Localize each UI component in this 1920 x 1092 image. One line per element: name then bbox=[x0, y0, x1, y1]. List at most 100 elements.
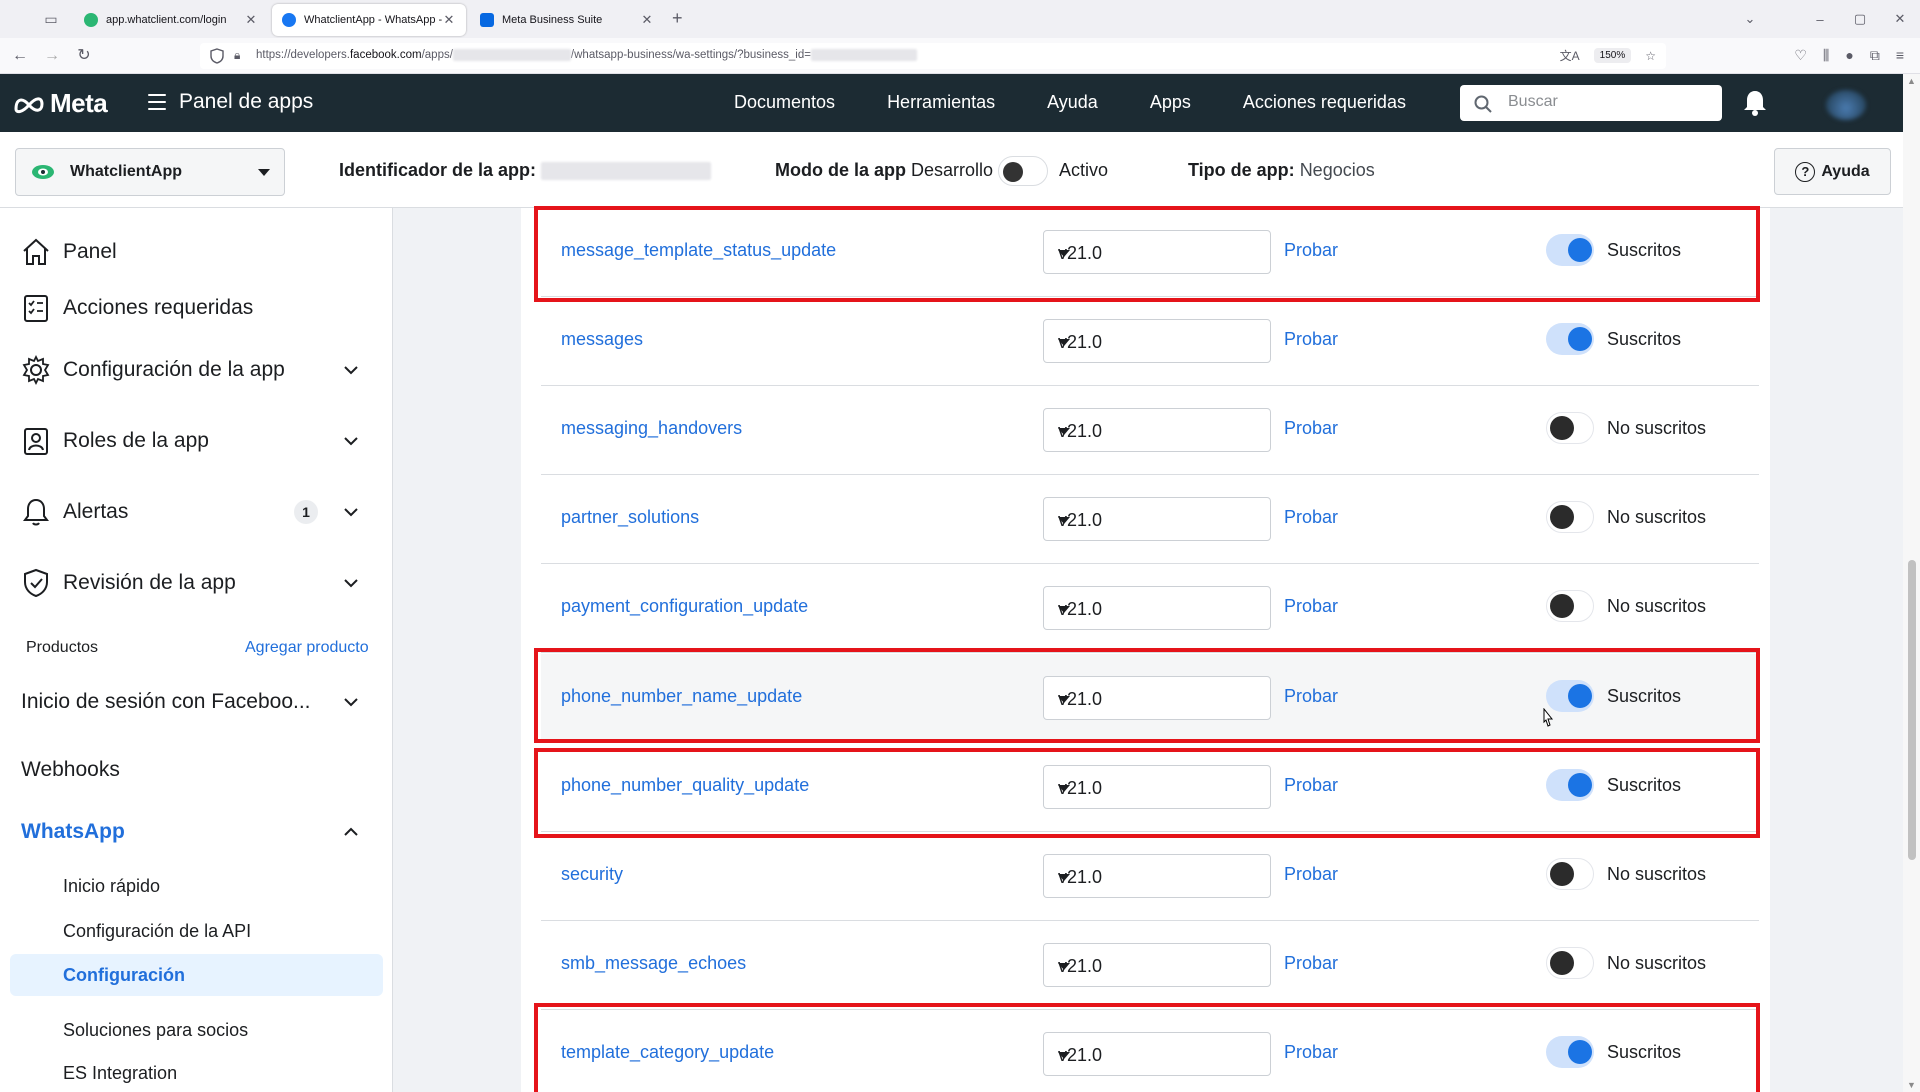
sidebar-sub-configuracion[interactable]: Configuración bbox=[10, 954, 383, 996]
test-button[interactable]: Probar bbox=[1284, 507, 1338, 528]
test-button[interactable]: Probar bbox=[1284, 864, 1338, 885]
app-mode-toggle[interactable] bbox=[998, 156, 1048, 186]
test-button[interactable]: Probar bbox=[1284, 329, 1338, 350]
meta-logo[interactable]: Meta bbox=[12, 88, 108, 119]
notifications-bell-icon[interactable] bbox=[1742, 89, 1768, 117]
scrollbar-thumb[interactable] bbox=[1908, 560, 1916, 860]
api-version-select[interactable]: v21.0 bbox=[1043, 853, 1271, 898]
api-version-select[interactable]: v21.0 bbox=[1043, 230, 1271, 274]
nav-herramientas[interactable]: Herramientas bbox=[887, 92, 995, 113]
subscribe-toggle[interactable] bbox=[1546, 234, 1594, 266]
url-bar[interactable]: 🔒︎ https://developers.facebook.com/apps/… bbox=[200, 43, 1666, 69]
scroll-up-icon[interactable]: ▲ bbox=[1907, 76, 1916, 86]
extension-icon[interactable]: ● bbox=[1845, 47, 1853, 64]
sidebar-sub-configuracion-api[interactable]: Configuración de la API bbox=[63, 921, 251, 942]
subscribe-toggle[interactable] bbox=[1546, 946, 1594, 979]
sidebar-item-panel[interactable]: Panel bbox=[20, 236, 358, 268]
webhook-field-name[interactable]: messaging_handovers bbox=[561, 418, 742, 439]
api-version-select[interactable]: v21.0 bbox=[1043, 764, 1271, 809]
close-tab-icon[interactable]: ✕ bbox=[442, 12, 456, 28]
sidebar-item-roles[interactable]: Roles de la app bbox=[20, 425, 358, 457]
sidebar-sub-es-integration[interactable]: ES Integration bbox=[63, 1063, 177, 1084]
webhook-field-name[interactable]: template_category_update bbox=[561, 1042, 774, 1063]
close-tab-icon[interactable]: ✕ bbox=[244, 12, 258, 28]
api-version-select[interactable]: v21.0 bbox=[1043, 497, 1271, 542]
api-version-select[interactable]: v21.0 bbox=[1043, 408, 1271, 453]
translate-icon[interactable]: 文A bbox=[1560, 47, 1580, 64]
nav-ayuda[interactable]: Ayuda bbox=[1047, 92, 1098, 113]
api-version-select[interactable]: v21.0 bbox=[1043, 942, 1271, 987]
webhook-field-name[interactable]: payment_configuration_update bbox=[561, 596, 808, 617]
webhook-field-name[interactable]: smb_message_echoes bbox=[561, 953, 746, 974]
sidebar-item-facebook-login[interactable]: Inicio de sesión con Faceboo... bbox=[21, 690, 358, 714]
menu-icon[interactable]: ≡ bbox=[1896, 47, 1904, 64]
hamburger-menu-icon[interactable] bbox=[148, 94, 166, 110]
subscribe-toggle[interactable] bbox=[1546, 857, 1594, 890]
subscribe-toggle[interactable] bbox=[1546, 412, 1594, 445]
sidebar-item-whatsapp[interactable]: WhatsApp bbox=[21, 820, 358, 844]
forward-icon[interactable]: → bbox=[42, 46, 62, 66]
test-button[interactable]: Probar bbox=[1284, 953, 1338, 974]
maximize-icon[interactable]: ▢ bbox=[1840, 11, 1880, 27]
subscribe-toggle[interactable] bbox=[1546, 768, 1594, 801]
back-icon[interactable]: ← bbox=[10, 46, 30, 66]
reload-icon[interactable]: ↻ bbox=[74, 46, 94, 66]
panel-title[interactable]: Panel de apps bbox=[179, 90, 313, 114]
subscribe-toggle[interactable] bbox=[1546, 501, 1594, 534]
test-button[interactable]: Probar bbox=[1284, 1042, 1338, 1063]
webhook-field-name[interactable]: partner_solutions bbox=[561, 507, 699, 528]
api-version-select[interactable]: v21.0 bbox=[1043, 1031, 1271, 1076]
url-text[interactable]: https://developers.facebook.com/apps//wh… bbox=[256, 49, 917, 61]
webhook-field-name[interactable]: phone_number_name_update bbox=[561, 686, 802, 707]
avatar[interactable] bbox=[1826, 90, 1866, 120]
app-selector[interactable]: WhatclientApp bbox=[15, 148, 285, 196]
nav-acciones-requeridas[interactable]: Acciones requeridas bbox=[1243, 92, 1406, 113]
pocket-icon[interactable]: ♡ bbox=[1794, 47, 1807, 64]
tab-list-icon[interactable]: ▭ bbox=[42, 10, 60, 28]
test-button[interactable]: Probar bbox=[1284, 686, 1338, 707]
sidebar-item-alertas[interactable]: Alertas 1 bbox=[20, 496, 358, 528]
api-version-select[interactable]: v21.0 bbox=[1043, 675, 1271, 720]
browser-tab-login[interactable]: app.whatclient.com/login ✕ bbox=[74, 4, 268, 36]
sidebar-item-revision[interactable]: Revisión de la app bbox=[20, 567, 358, 599]
test-button[interactable]: Probar bbox=[1284, 240, 1338, 261]
webhook-field-name[interactable]: phone_number_quality_update bbox=[561, 775, 809, 796]
sidebar-item-acciones[interactable]: Acciones requeridas bbox=[20, 292, 358, 324]
search-input[interactable] bbox=[1508, 93, 1708, 111]
bookmark-star-icon[interactable]: ☆ bbox=[1645, 49, 1656, 63]
lock-icon[interactable]: 🔒︎ bbox=[234, 48, 240, 63]
api-version-select[interactable]: v21.0 bbox=[1043, 319, 1271, 364]
api-version-select[interactable]: v21.0 bbox=[1043, 586, 1271, 631]
sidebar-sub-soluciones-socios[interactable]: Soluciones para socios bbox=[63, 1020, 248, 1041]
close-tab-icon[interactable]: ✕ bbox=[640, 12, 654, 28]
nav-apps[interactable]: Apps bbox=[1150, 92, 1191, 113]
library-icon[interactable]: ⫼ bbox=[1823, 47, 1829, 64]
webhook-field-name[interactable]: messages bbox=[561, 329, 643, 350]
tracking-shield-icon[interactable] bbox=[210, 48, 224, 64]
webhook-field-name[interactable]: security bbox=[561, 864, 623, 885]
page-scrollbar[interactable]: ▲ ▼ bbox=[1903, 74, 1920, 1092]
sidebar-item-webhooks[interactable]: Webhooks bbox=[21, 758, 120, 782]
subscribe-toggle[interactable] bbox=[1546, 590, 1594, 623]
minimize-icon[interactable]: – bbox=[1800, 12, 1840, 27]
browser-tab-business-suite[interactable]: Meta Business Suite ✕ bbox=[470, 4, 664, 36]
add-product-link[interactable]: Agregar producto bbox=[245, 639, 369, 657]
sidebar-item-configuracion-app[interactable]: Configuración de la app bbox=[20, 354, 358, 386]
scroll-down-icon[interactable]: ▼ bbox=[1907, 1080, 1916, 1090]
new-tab-icon[interactable]: + bbox=[672, 8, 683, 29]
subscribe-toggle[interactable] bbox=[1546, 323, 1594, 356]
help-button[interactable]: ? Ayuda bbox=[1774, 148, 1891, 195]
close-window-icon[interactable]: ✕ bbox=[1880, 11, 1920, 27]
extensions-icon[interactable]: ⧉ bbox=[1870, 47, 1880, 64]
list-all-tabs-icon[interactable]: ⌄ bbox=[1730, 11, 1770, 27]
test-button[interactable]: Probar bbox=[1284, 775, 1338, 796]
zoom-level[interactable]: 150% bbox=[1593, 48, 1632, 63]
subscribe-toggle[interactable] bbox=[1546, 679, 1594, 712]
test-button[interactable]: Probar bbox=[1284, 418, 1338, 439]
browser-tab-whatclientapp[interactable]: WhatclientApp - WhatsApp - M ✕ bbox=[272, 4, 466, 36]
test-button[interactable]: Probar bbox=[1284, 596, 1338, 617]
sidebar-sub-inicio-rapido[interactable]: Inicio rápido bbox=[63, 876, 160, 897]
subscribe-toggle[interactable] bbox=[1546, 1035, 1594, 1068]
nav-documentos[interactable]: Documentos bbox=[734, 92, 835, 113]
webhook-field-name[interactable]: message_template_status_update bbox=[561, 240, 836, 261]
